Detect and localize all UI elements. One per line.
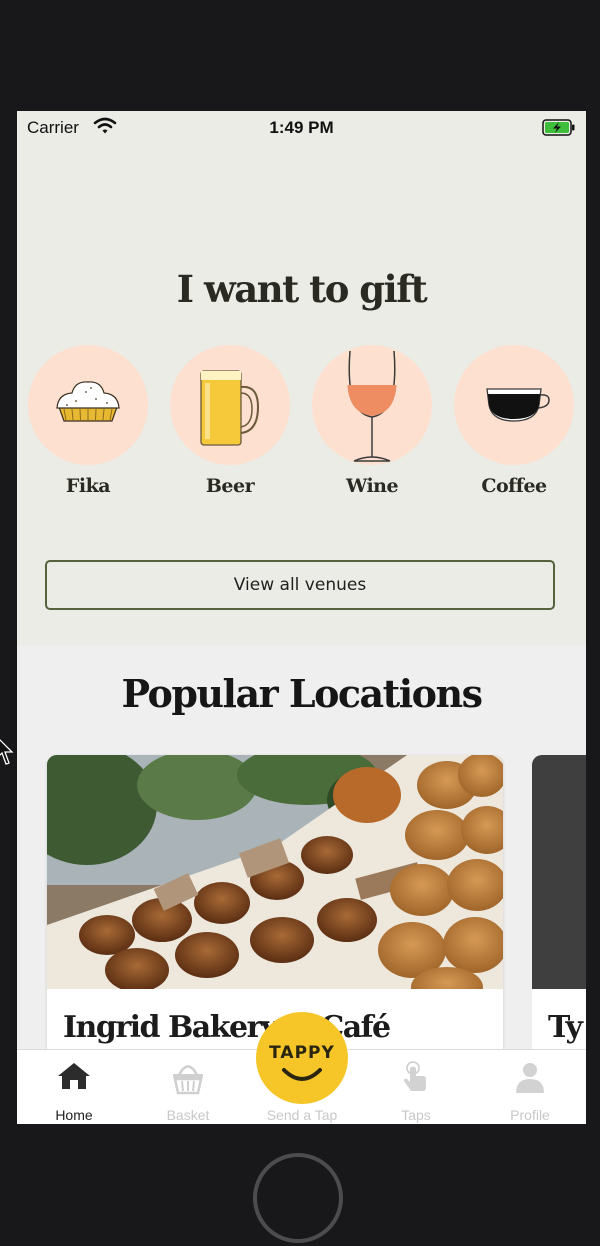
tab-label: Send a Tap xyxy=(266,1107,338,1123)
tab-label: Profile xyxy=(510,1107,550,1123)
category-label: Wine xyxy=(345,475,399,497)
tab-label: Taps xyxy=(401,1107,431,1123)
battery-charging-icon xyxy=(542,119,576,141)
tab-home[interactable]: Home xyxy=(17,1050,131,1124)
basket-icon xyxy=(173,1065,203,1095)
profile-icon xyxy=(516,1063,544,1093)
tab-profile[interactable]: Profile xyxy=(473,1050,586,1124)
category-label: Fika xyxy=(65,475,111,497)
mouse-cursor-icon xyxy=(0,736,14,771)
popular-locations-title: Popular Locations xyxy=(121,671,483,716)
gift-title: I want to gift xyxy=(176,267,428,311)
category-wine[interactable]: Wine xyxy=(312,345,432,497)
tap-hand-icon xyxy=(404,1061,426,1091)
wine-glass-icon xyxy=(312,345,432,465)
gift-section: I want to gift Fika Beer Wine Coffee Vie… xyxy=(17,143,586,645)
category-coffee[interactable]: Coffee xyxy=(454,345,574,497)
venue-name: Ty xyxy=(548,1010,583,1045)
venue-photo xyxy=(47,755,503,1007)
view-all-venues-button[interactable]: View all venues xyxy=(45,560,555,610)
tab-taps[interactable]: Taps xyxy=(359,1050,473,1124)
category-label: Coffee xyxy=(481,475,547,497)
tappy-send-button[interactable]: TAPPY xyxy=(256,1012,348,1104)
category-fika[interactable]: Fika xyxy=(28,345,148,497)
category-beer[interactable]: Beer xyxy=(170,345,290,497)
home-icon xyxy=(58,1063,90,1089)
beer-mug-icon xyxy=(170,345,290,465)
tab-label: Home xyxy=(55,1107,93,1123)
category-label: Beer xyxy=(205,475,255,497)
smile-icon xyxy=(282,1068,322,1081)
venue-photo xyxy=(532,755,586,989)
status-time: 1:49 PM xyxy=(269,118,334,137)
venue-card[interactable]: Ty xyxy=(532,755,586,1085)
status-bar: Carrier 1:49 PM xyxy=(17,111,586,143)
phone-screen: Carrier 1:49 PM I want to gift Fika Beer… xyxy=(17,111,586,1124)
tab-basket[interactable]: Basket xyxy=(131,1050,245,1124)
device-home-button[interactable] xyxy=(253,1153,343,1243)
coffee-cup-icon xyxy=(454,345,574,465)
tab-label: Basket xyxy=(166,1107,210,1123)
cinnamon-bun-icon xyxy=(28,345,148,465)
